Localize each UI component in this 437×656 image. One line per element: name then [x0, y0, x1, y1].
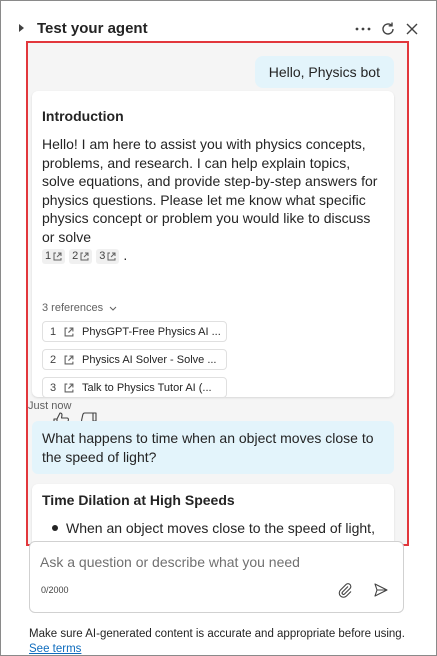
reference-item[interactable]: 1 PhysGPT-Free Physics AI ...	[42, 321, 227, 342]
citation-1[interactable]: 1	[42, 248, 66, 264]
external-link-icon	[53, 252, 62, 261]
test-agent-panel: Test your agent Hello, Physics bot Intro…	[0, 0, 437, 656]
bullet-dot	[52, 525, 58, 531]
external-link-icon	[64, 355, 74, 364]
citation-3[interactable]: 3	[96, 248, 120, 264]
external-link-icon	[80, 252, 89, 261]
reference-item[interactable]: 2 Physics AI Solver - Solve ...	[42, 349, 227, 370]
highlighted-chat-region: Hello, Physics bot Introduction Hello! I…	[26, 41, 409, 546]
references-toggle[interactable]: 3 references	[42, 302, 117, 314]
panel-title: Test your agent	[37, 20, 148, 37]
more-options-icon[interactable]	[352, 18, 374, 40]
bot-message-bullet: When an object moves close to the speed …	[66, 520, 375, 536]
refresh-icon[interactable]	[377, 18, 399, 40]
reference-title: Physics AI Solver - Solve ...	[82, 353, 217, 366]
reference-number: 2	[50, 353, 57, 366]
bot-message: Introduction Hello! I am here to assist …	[32, 91, 394, 428]
bot-message-heading: Time Dilation at High Speeds	[42, 492, 235, 508]
reference-item[interactable]: 3 Talk to Physics Tutor AI (...	[42, 377, 227, 398]
disclaimer-text: Make sure AI-generated content is accura…	[29, 628, 405, 640]
external-link-icon	[107, 252, 116, 261]
external-link-icon	[64, 327, 74, 336]
bot-message-heading: Introduction	[42, 108, 124, 124]
user-message: What happens to time when an object move…	[32, 421, 394, 474]
bot-message: Time Dilation at High Speeds When an obj…	[32, 484, 394, 544]
see-terms-link[interactable]: See terms	[29, 643, 81, 655]
external-link-icon	[64, 383, 74, 392]
bot-message-text: Hello! I am here to assist you with phys…	[42, 136, 378, 245]
bot-message-body: Hello! I am here to assist you with phys…	[42, 135, 382, 265]
close-icon[interactable]	[401, 18, 423, 40]
citation-2[interactable]: 2	[69, 248, 93, 264]
collapse-caret-icon[interactable]	[19, 24, 24, 32]
chat-transcript[interactable]: Hello, Physics bot Introduction Hello! I…	[28, 43, 407, 544]
send-icon[interactable]	[371, 580, 391, 600]
chevron-down-icon	[109, 306, 117, 311]
message-timestamp: Just now	[28, 400, 72, 412]
reference-title: PhysGPT-Free Physics AI ...	[82, 325, 221, 338]
sentence-period: .	[123, 247, 128, 263]
reference-number: 3	[50, 381, 57, 394]
user-message: Hello, Physics bot	[254, 56, 394, 88]
attach-icon[interactable]	[335, 580, 355, 600]
ai-disclaimer: Make sure AI-generated content is accura…	[29, 627, 409, 656]
composer: 0/2000	[29, 541, 404, 613]
message-input[interactable]	[40, 550, 390, 574]
reference-title: Talk to Physics Tutor AI (...	[82, 381, 212, 394]
references-label: 3 references	[42, 302, 104, 314]
reference-number: 1	[50, 325, 57, 338]
character-count: 0/2000	[41, 585, 69, 595]
